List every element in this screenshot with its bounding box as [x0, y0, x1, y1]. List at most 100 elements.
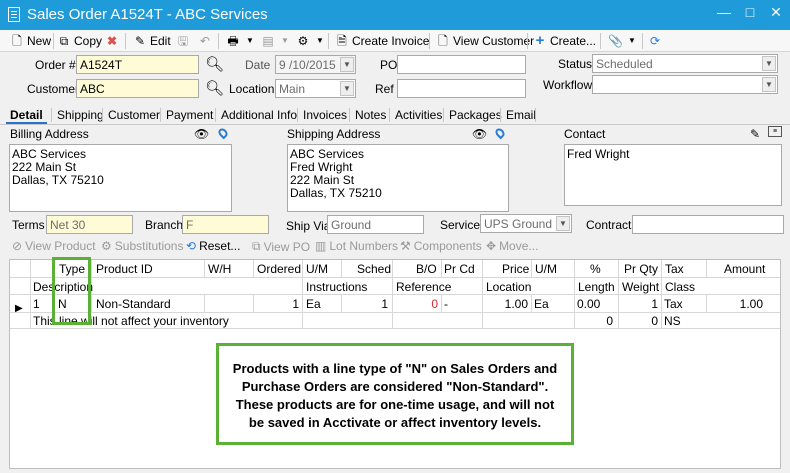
col-wh[interactable]: W/H — [208, 262, 231, 276]
shipping-address-box[interactable]: ABC Services Fred Wright 222 Main St Dal… — [287, 144, 509, 212]
po-input[interactable] — [397, 55, 526, 74]
ref-input[interactable] — [397, 79, 526, 98]
close-button[interactable]: ✕ — [766, 4, 786, 21]
col-product-id[interactable]: Product ID — [96, 262, 153, 276]
col-amount[interactable]: Amount — [724, 262, 765, 276]
billing-address-box[interactable]: ABC Services 222 Main St Dallas, TX 7521… — [9, 144, 232, 212]
components-action[interactable]: ⚒ Components — [400, 239, 482, 253]
cell-length[interactable]: 0 — [576, 314, 613, 328]
binoculars-icon[interactable]: 👁 — [472, 127, 487, 141]
chevron-down-icon[interactable]: ▼ — [762, 77, 776, 92]
tools-button[interactable]: ⚙ ▼ — [296, 32, 327, 50]
col-reference[interactable]: Reference — [396, 280, 451, 294]
pencil-icon[interactable]: ✎ — [750, 127, 760, 141]
tab-payment[interactable]: Payment — [162, 106, 217, 124]
cell-sched[interactable]: 1 — [343, 297, 388, 311]
report-button[interactable]: ▤ ▼ — [261, 32, 292, 50]
chevron-down-icon[interactable]: ▼ — [556, 216, 570, 231]
lot-numbers-action[interactable]: ▥ Lot Numbers — [315, 239, 398, 253]
location-select[interactable]: Main ▼ — [275, 79, 356, 98]
map-pin-icon[interactable] — [216, 126, 230, 141]
create-invoice-button[interactable]: 🗎 Create Invoice — [335, 32, 429, 50]
new-button[interactable]: 🗋 New — [10, 32, 51, 50]
tab-detail[interactable]: Detail — [6, 106, 47, 124]
col-sched[interactable]: Sched — [357, 262, 391, 276]
tab-invoices[interactable]: Invoices — [299, 106, 351, 124]
cell-um2[interactable]: Ea — [534, 297, 549, 311]
cell-weight[interactable]: 0 — [620, 314, 658, 328]
view-po-action[interactable]: ⧉ View PO — [252, 239, 310, 254]
tab-additional-info[interactable]: Additional Info — [217, 106, 301, 124]
col-pr-qty[interactable]: Pr Qty — [624, 262, 658, 276]
col-pr-cd[interactable]: Pr Cd — [444, 262, 475, 276]
refresh-button[interactable]: ⟳ — [648, 32, 662, 50]
date-field[interactable]: 9 /10/2015 ▼ — [275, 55, 356, 74]
col-tax[interactable]: Tax — [665, 262, 684, 276]
maximize-button[interactable]: □ — [740, 4, 760, 20]
cell-bo[interactable]: 0 — [394, 297, 438, 311]
col-um[interactable]: U/M — [306, 262, 328, 276]
service-select[interactable]: UPS Ground ▼ — [480, 214, 572, 233]
col-instructions[interactable]: Instructions — [306, 280, 367, 294]
dropdown-arrow-icon: ▼ — [316, 36, 324, 45]
col-class[interactable]: Class — [665, 280, 695, 294]
edit-button[interactable]: ✎ Edit — [133, 32, 171, 50]
branch-select[interactable]: F — [182, 215, 269, 234]
window-title: Sales Order A1524T - ABC Services — [27, 6, 268, 23]
search-icon[interactable]: 🔍︎ — [205, 79, 224, 97]
contract-input[interactable] — [632, 215, 784, 234]
col-ordered[interactable]: Ordered — [257, 262, 301, 276]
save-button[interactable]: 🖫 — [176, 32, 190, 50]
map-pin-icon[interactable] — [493, 126, 507, 141]
minimize-button[interactable]: — — [714, 4, 734, 20]
tab-shipping[interactable]: Shipping — [53, 106, 108, 124]
components-label: Components — [413, 239, 482, 253]
view-customer-button[interactable]: 🗋 View Customer — [436, 32, 534, 50]
tab-activities[interactable]: Activities — [391, 106, 446, 124]
contact-box[interactable]: Fred Wright — [564, 144, 782, 206]
move-action[interactable]: ✥ Move... — [486, 239, 538, 253]
cell-tax[interactable]: Tax — [664, 297, 683, 311]
search-icon[interactable]: 🔍︎ — [205, 55, 224, 73]
print-button[interactable]: 🖶 ▼ — [226, 32, 257, 50]
col-length[interactable]: Length — [578, 280, 615, 294]
cell-price[interactable]: 1.00 — [484, 297, 528, 311]
workflow-select[interactable]: ▼ — [592, 75, 778, 94]
order-number-input[interactable]: A1524T — [76, 55, 199, 74]
cell-pr-qty[interactable]: 1 — [620, 297, 658, 311]
reset-action[interactable]: ⟲ Reset... — [186, 239, 240, 253]
binoculars-icon[interactable]: 👁 — [194, 127, 209, 141]
undo-button[interactable]: ↶ — [198, 32, 212, 50]
cell-product-id[interactable]: Non-Standard — [96, 297, 171, 311]
substitutions-action[interactable]: ⚙ Substitutions — [101, 239, 183, 253]
calendar-dropdown-icon[interactable]: ▼ — [340, 57, 354, 72]
col-pct[interactable]: % — [590, 262, 601, 276]
col-location[interactable]: Location — [486, 280, 531, 294]
chevron-down-icon[interactable]: ▼ — [762, 56, 776, 71]
delete-button[interactable]: ✖ — [105, 32, 119, 50]
create-menu-button[interactable]: + Create... — [533, 32, 596, 50]
col-weight[interactable]: Weight — [622, 280, 659, 294]
cell-class[interactable]: NS — [664, 314, 681, 328]
copy-button[interactable]: ⧉ Copy — [57, 32, 102, 50]
cell-line-number[interactable]: 1 — [33, 297, 40, 311]
tab-notes[interactable]: Notes — [351, 106, 390, 124]
cell-um[interactable]: Ea — [306, 297, 321, 311]
contact-card-icon[interactable]: ≡ — [768, 126, 782, 137]
chevron-down-icon[interactable]: ▼ — [340, 81, 354, 96]
col-price[interactable]: Price — [502, 262, 529, 276]
cell-pr-cd[interactable]: - — [444, 297, 448, 311]
customer-input[interactable]: ABC — [76, 79, 199, 98]
attach-button[interactable]: 📎 ▼ — [608, 32, 639, 50]
status-select[interactable]: Scheduled ▼ — [592, 54, 778, 73]
view-product-action[interactable]: ⊘ View Product — [12, 239, 96, 253]
cell-ordered[interactable]: 1 — [255, 297, 299, 311]
cell-pct[interactable]: 0.00 — [577, 297, 600, 311]
tab-customer[interactable]: Customer — [104, 106, 164, 124]
tab-packages[interactable]: Packages — [445, 106, 506, 124]
ship-via-select[interactable]: Ground — [327, 215, 424, 234]
col-bo[interactable]: B/O — [416, 262, 437, 276]
cell-amount[interactable]: 1.00 — [708, 297, 763, 311]
terms-select[interactable]: Net 30 — [46, 215, 133, 234]
col-um2[interactable]: U/M — [535, 262, 557, 276]
